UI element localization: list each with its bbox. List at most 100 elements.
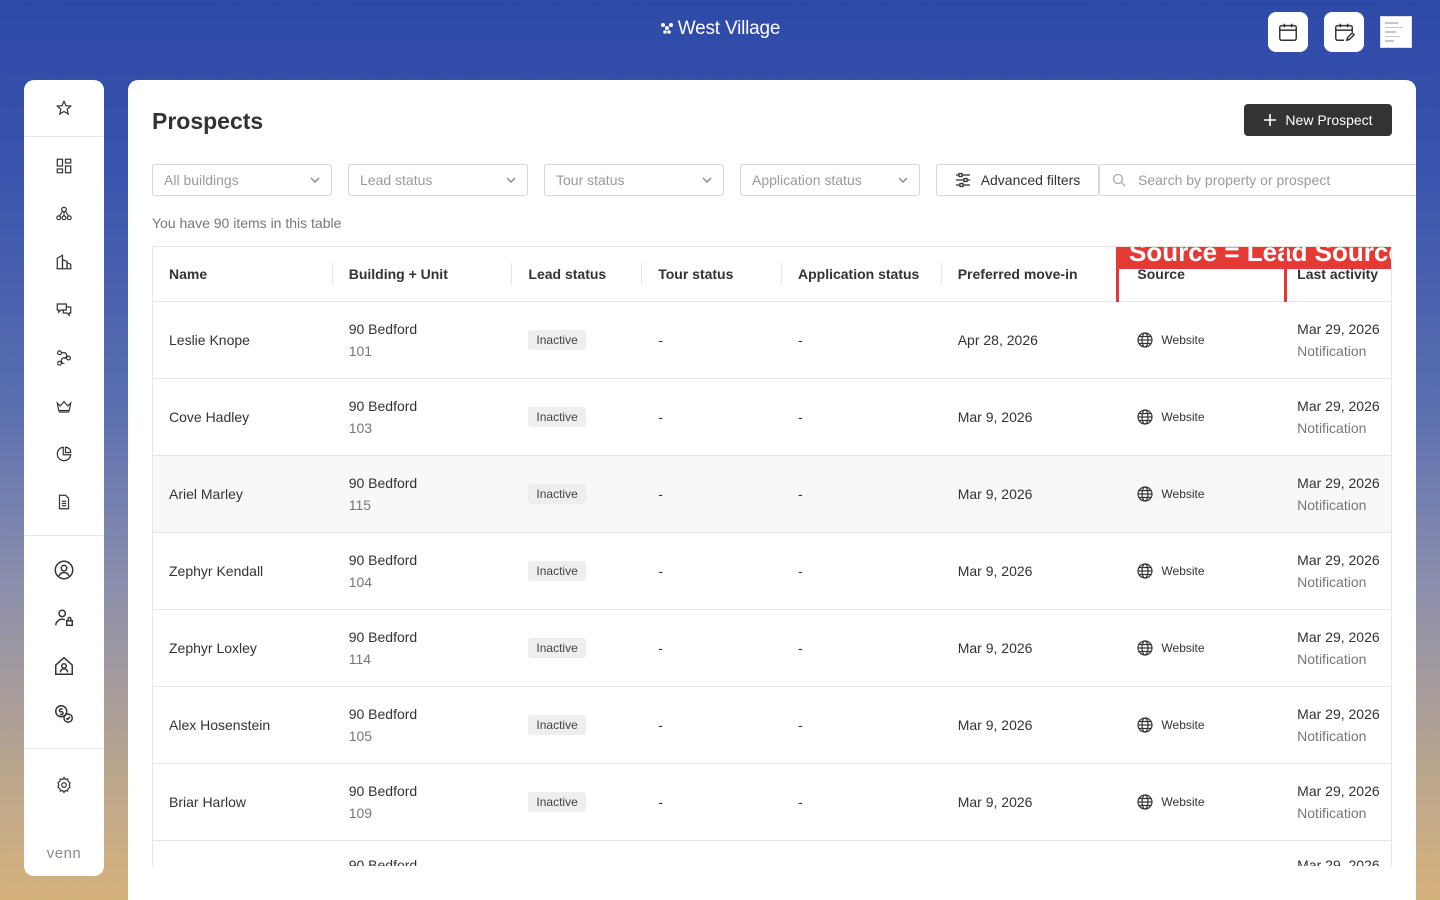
activity-type: Notification [1297,497,1367,513]
cell-name [153,841,333,866]
buildings-select[interactable]: All buildings [152,164,332,196]
chevron-down-icon [898,177,908,183]
status-badge: Inactive [528,561,586,581]
column-header-building-unit[interactable]: Building + Unit [333,247,513,301]
cell-name: Zephyr Loxley [169,640,257,656]
globe-icon [1137,409,1154,425]
sidebar-item-households[interactable] [40,642,88,690]
cell-application-status: - [797,640,803,656]
search-input[interactable]: Search by property or prospect [1099,164,1416,196]
status-badge: Inactive [528,484,586,504]
sidebar-item-network[interactable] [40,190,88,238]
cell-building: 90 Bedford [348,629,418,645]
table-row[interactable]: 90 Bedford Mar 29, 2026 [153,841,1391,866]
cell-application-status: - [797,409,803,425]
sidebar-item-buildings[interactable] [40,238,88,286]
filter-bar: All buildings Lead status Tour status Ap… [152,164,1416,196]
cell-lead-status: Inactive [512,379,642,455]
sidebar-item-documents[interactable] [40,478,88,526]
calendar-icon [1279,23,1297,41]
sidebar-item-favorites[interactable] [40,84,88,132]
cell-application-status: - [797,486,803,502]
sidebar-item-residents[interactable] [40,546,88,594]
table-row[interactable]: Cove Hadley 90 Bedford 103 Inactive - - Mar 9,… [153,379,1391,456]
tour-status-select[interactable]: Tour status [544,164,724,196]
column-header-name[interactable]: Name [153,247,333,301]
advanced-filters-button[interactable]: Advanced filters [936,164,1099,196]
cell-building: 90 Bedford [348,321,418,337]
cell-source: Website [1121,687,1281,763]
calendar-button[interactable] [1268,12,1308,52]
cell-building: 90 Bedford [348,783,418,799]
column-header-application-status[interactable]: Application status [782,247,942,301]
money-check-icon [55,705,73,723]
document-thumbnail[interactable] [1380,16,1412,48]
search-icon [1112,173,1126,187]
cell-building-unit: 90 Bedford 115 [333,456,513,532]
application-status-select-value: Application status [752,172,862,188]
chevron-down-icon [310,177,320,183]
table-row[interactable]: Leslie Knope 90 Bedford 101 Inactive - - Apr 2… [153,302,1391,379]
column-header-tour-status[interactable]: Tour status [642,247,782,301]
table-row[interactable]: Zephyr Loxley 90 Bedford 114 Inactive - - Mar … [153,610,1391,687]
activity-type: Notification [1297,343,1367,359]
table-row[interactable]: Ariel Marley 90 Bedford 115 Inactive - - Mar 9… [153,456,1391,533]
table-row[interactable]: Briar Harlow 90 Bedford 109 Inactive - - Mar 9… [153,764,1391,841]
cell-last-activity: Mar 29, 2026 [1281,841,1391,866]
cell-tour-status: - [658,640,663,656]
new-prospect-button[interactable]: New Prospect [1244,104,1392,136]
activity-date: Mar 29, 2026 [1297,475,1380,491]
plus-icon [1264,114,1277,126]
cell-preferred-move-in: Mar 9, 2026 [957,794,1033,810]
sliders-icon [955,172,970,188]
activity-date: Mar 29, 2026 [1297,706,1380,722]
cell-unit: 105 [348,728,373,744]
cell-building-unit: 90 Bedford 101 [333,302,513,378]
column-header-lead-status[interactable]: Lead status [512,247,643,301]
column-header-preferred-move-in[interactable]: Preferred move-in [942,247,1122,301]
application-status-select[interactable]: Application status [740,164,920,196]
activity-type: Notification [1297,728,1367,744]
globe-icon [1137,794,1154,810]
user-lock-icon [55,609,73,627]
sidebar-item-settings[interactable] [40,761,88,809]
cell-tour-status: - [658,409,663,425]
sidebar-item-reports[interactable] [40,430,88,478]
cell-source: Website [1121,610,1281,686]
annotation-marker-left [1116,247,1119,302]
activity-type: Notification [1297,651,1367,667]
sidebar-item-messages[interactable] [40,286,88,334]
cell-building: 90 Bedford [348,706,418,722]
cell-application-status: - [797,717,803,733]
table-row[interactable]: Alex Hosenstein 90 Bedford 105 Inactive - - Ma… [153,687,1391,764]
sidebar-item-access[interactable] [40,594,88,642]
activity-type: Notification [1297,574,1367,590]
cell-tour-status [642,841,782,866]
buildings-select-value: All buildings [164,172,239,188]
main-panel: Prospects New Prospect All buildings Lea… [128,80,1416,900]
table-row[interactable]: Zephyr Kendall 90 Bedford 104 Inactive - - Mar… [153,533,1391,610]
cell-preferred-move-in: Mar 9, 2026 [957,640,1033,656]
activity-date: Mar 29, 2026 [1297,552,1380,568]
cell-unit: 114 [348,651,372,667]
globe-icon [1137,486,1154,502]
sidebar-item-premium[interactable] [40,382,88,430]
dashboard-icon [56,158,72,174]
cell-last-activity: Mar 29, 2026 Notification [1281,302,1391,378]
sidebar-item-dashboard[interactable] [40,142,88,190]
cell-tour-status: - [658,563,663,579]
cell-preferred-move-in: Mar 9, 2026 [957,563,1033,579]
cell-unit: 115 [348,497,372,513]
brand-logo[interactable]: West Village [0,18,1440,40]
cell-unit: 104 [348,574,373,590]
cell-preferred-move-in: Mar 9, 2026 [957,486,1033,502]
cell-unit: 101 [348,343,373,359]
lead-status-select[interactable]: Lead status [348,164,528,196]
calendar-edit-icon [1335,23,1355,42]
cell-last-activity: Mar 29, 2026 Notification [1281,764,1391,840]
brand-name: West Village [677,18,781,39]
cell-last-activity: Mar 29, 2026 Notification [1281,610,1391,686]
sidebar-item-payments[interactable] [40,690,88,738]
calendar-edit-button[interactable] [1324,12,1364,52]
sidebar-item-workflows[interactable] [40,334,88,382]
